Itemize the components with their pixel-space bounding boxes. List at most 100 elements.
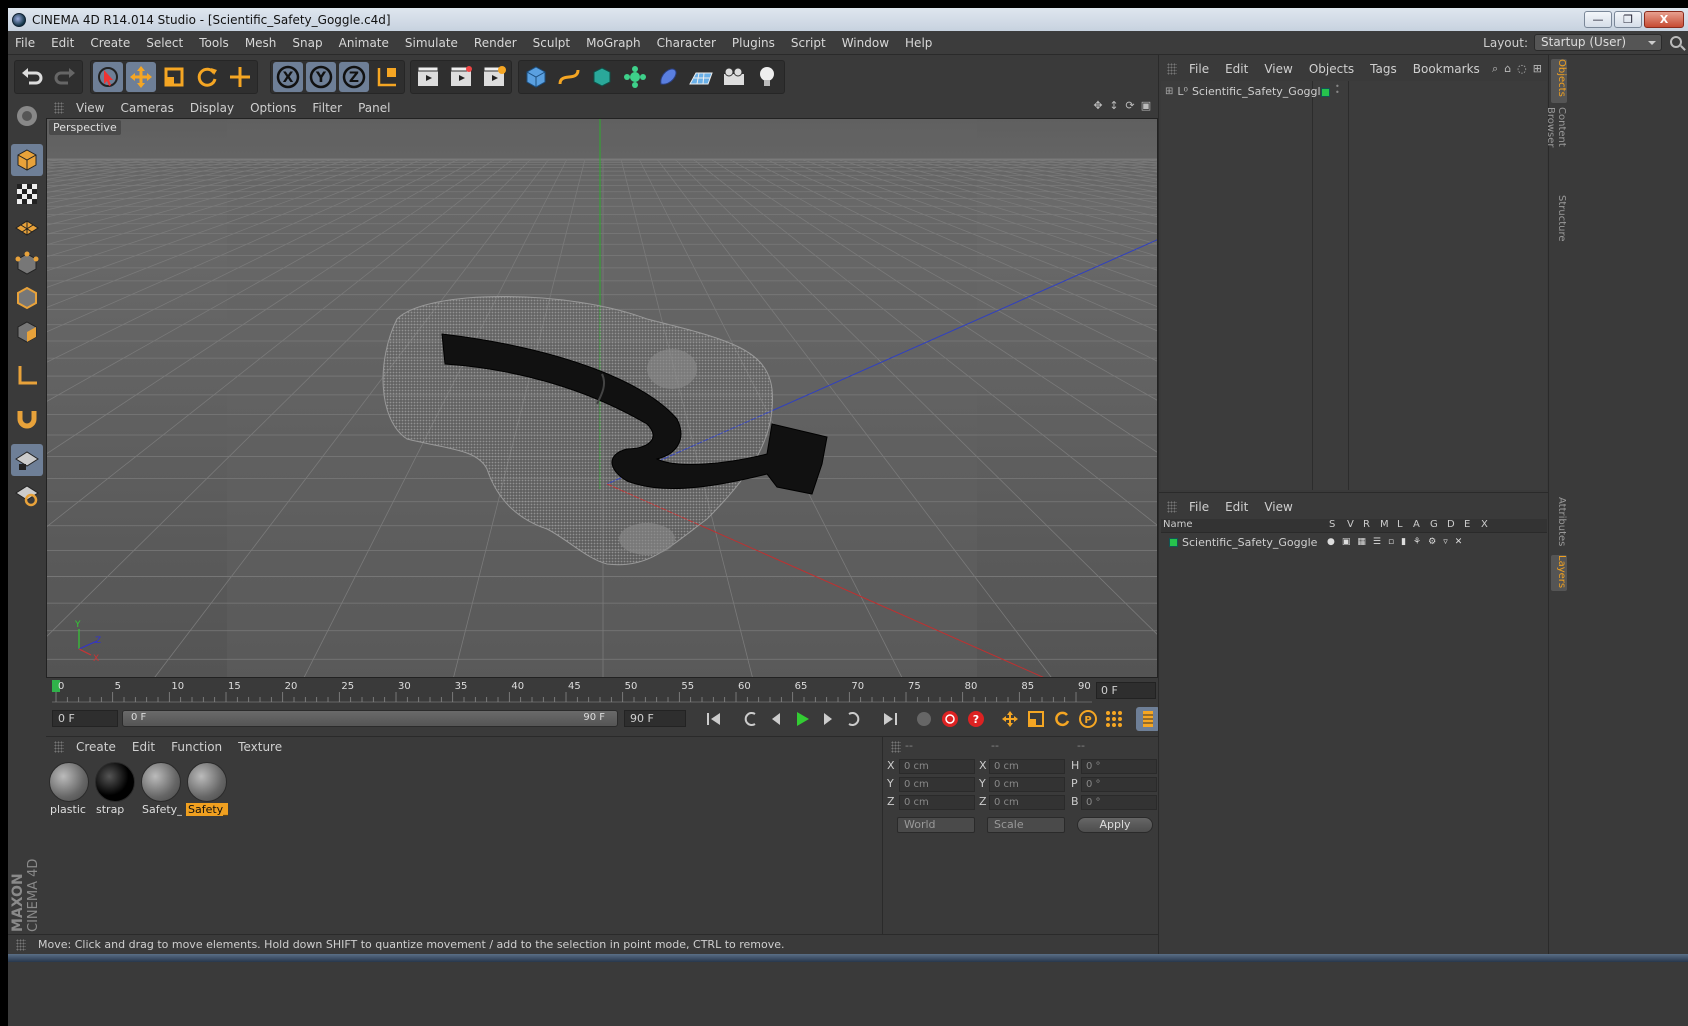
add-object-icon[interactable] bbox=[225, 62, 255, 92]
nurbs-icon[interactable] bbox=[587, 62, 617, 92]
position-x-field[interactable]: 0 cm bbox=[899, 759, 975, 774]
size-x-field[interactable]: 0 cm bbox=[989, 759, 1065, 774]
column-generators[interactable]: G bbox=[1430, 519, 1438, 530]
rotation-b-field[interactable]: 0 ° bbox=[1081, 795, 1157, 810]
grip-handle[interactable] bbox=[16, 938, 26, 951]
menu-select[interactable]: Select bbox=[138, 36, 191, 50]
workplane-lock-icon[interactable] bbox=[11, 444, 43, 476]
snap-workplane-icon[interactable] bbox=[11, 478, 43, 510]
layer-color-icon[interactable] bbox=[1169, 538, 1178, 547]
column-manager[interactable]: M bbox=[1380, 519, 1389, 530]
column-animation[interactable]: A bbox=[1413, 519, 1420, 530]
layer-name[interactable]: Scientific_Safety_Goggle bbox=[1182, 536, 1317, 549]
scale-icon[interactable] bbox=[159, 62, 189, 92]
key-scale-icon[interactable] bbox=[1024, 707, 1048, 731]
menu-window[interactable]: Window bbox=[834, 36, 897, 50]
end-frame-field[interactable]: 90 F bbox=[624, 710, 686, 727]
column-render[interactable]: R bbox=[1363, 519, 1370, 530]
edges-mode-icon[interactable] bbox=[11, 282, 43, 314]
menu-animate[interactable]: Animate bbox=[331, 36, 397, 50]
render-toggle-icon[interactable]: ▦ bbox=[1357, 537, 1366, 547]
menu-mesh[interactable]: Mesh bbox=[237, 36, 285, 50]
dolly-view-icon[interactable]: ↕ bbox=[1108, 100, 1120, 112]
points-mode-icon[interactable] bbox=[11, 248, 43, 280]
menu-render[interactable]: Render bbox=[466, 36, 525, 50]
key-position-icon[interactable] bbox=[998, 707, 1022, 731]
generators-toggle-icon[interactable]: ⚘ bbox=[1413, 537, 1421, 547]
size-z-field[interactable]: 0 cm bbox=[989, 795, 1065, 810]
menu-create[interactable]: Create bbox=[82, 36, 138, 50]
autokey-icon[interactable] bbox=[938, 707, 962, 731]
viewport-menu-display[interactable]: Display bbox=[182, 101, 242, 115]
camera-icon[interactable] bbox=[719, 62, 749, 92]
array-icon[interactable] bbox=[620, 62, 650, 92]
material-plastic[interactable]: plastic bbox=[48, 761, 90, 817]
next-key-icon[interactable] bbox=[842, 707, 866, 731]
live-selection-icon[interactable] bbox=[93, 62, 123, 92]
record-active-icon[interactable] bbox=[912, 707, 936, 731]
object-name[interactable]: Scientific_Safety_Goggle bbox=[1192, 85, 1327, 98]
view-toggle-icon[interactable]: ▣ bbox=[1342, 537, 1351, 547]
tab-content-browser[interactable]: Content Browser bbox=[1545, 107, 1567, 187]
polygons-mode-icon[interactable] bbox=[11, 316, 43, 348]
model-mode-icon[interactable] bbox=[11, 144, 43, 176]
go-to-end-icon[interactable] bbox=[878, 707, 902, 731]
next-frame-icon[interactable] bbox=[816, 707, 840, 731]
new-panel-icon[interactable]: ⊞ bbox=[1533, 62, 1542, 76]
perspective-viewport[interactable]: Y Z X Perspective bbox=[46, 118, 1158, 678]
light-icon[interactable] bbox=[752, 62, 782, 92]
undo-icon[interactable] bbox=[17, 62, 47, 92]
viewport-menu-panel[interactable]: Panel bbox=[350, 101, 398, 115]
tab-layers[interactable]: Layers bbox=[1551, 555, 1567, 591]
x-axis-icon[interactable]: X bbox=[273, 62, 303, 92]
deformers-toggle-icon[interactable]: ⚙ bbox=[1428, 537, 1436, 547]
grip-handle[interactable] bbox=[54, 102, 64, 114]
column-deformers[interactable]: D bbox=[1447, 519, 1455, 530]
search-icon[interactable] bbox=[1670, 36, 1682, 48]
make-editable-icon[interactable] bbox=[11, 100, 43, 132]
transform-mode-dropdown[interactable]: Scale bbox=[987, 817, 1065, 833]
render-picture-viewer-icon[interactable] bbox=[446, 62, 476, 92]
position-y-field[interactable]: 0 cm bbox=[899, 777, 975, 792]
spline-icon[interactable] bbox=[554, 62, 584, 92]
move-icon[interactable] bbox=[126, 62, 156, 92]
tab-structure[interactable]: Structure bbox=[1551, 195, 1567, 245]
rotate-view-icon[interactable]: ⟳ bbox=[1124, 100, 1136, 112]
visibility-dots-icon[interactable]: • • bbox=[1335, 83, 1340, 97]
menu-sculpt[interactable]: Sculpt bbox=[525, 36, 578, 50]
menu-file[interactable]: File bbox=[8, 36, 43, 50]
keyframe-selection-icon[interactable]: ? bbox=[964, 707, 988, 731]
objects-menu-tags[interactable]: Tags bbox=[1362, 62, 1405, 76]
apply-button[interactable]: Apply bbox=[1077, 817, 1153, 833]
column-solo[interactable]: S bbox=[1329, 519, 1335, 530]
column-locked[interactable]: L bbox=[1397, 519, 1403, 530]
texture-mode-icon[interactable] bbox=[11, 178, 43, 210]
viewport-menu-view[interactable]: View bbox=[68, 101, 112, 115]
material-safety-goggle-2[interactable]: Safety_G bbox=[186, 761, 228, 817]
menu-snap[interactable]: Snap bbox=[284, 36, 330, 50]
render-settings-icon[interactable] bbox=[479, 62, 509, 92]
layers-menu-file[interactable]: File bbox=[1181, 500, 1217, 514]
play-icon[interactable] bbox=[790, 707, 814, 731]
grip-handle[interactable] bbox=[1167, 501, 1177, 513]
timeline-ruler[interactable]: 0 5 10 15 20 25 30 35 40 45 50 55 60 65 70 75 80 85 90 0 F bbox=[46, 678, 1158, 704]
y-axis-icon[interactable]: Y bbox=[306, 62, 336, 92]
objects-menu-edit[interactable]: Edit bbox=[1217, 62, 1256, 76]
size-y-field[interactable]: 0 cm bbox=[989, 777, 1065, 792]
column-expressions[interactable]: E bbox=[1464, 519, 1470, 530]
menu-tools[interactable]: Tools bbox=[191, 36, 237, 50]
menu-help[interactable]: Help bbox=[897, 36, 940, 50]
cube-icon[interactable] bbox=[521, 62, 551, 92]
search-icon[interactable]: ⌕ bbox=[1492, 62, 1498, 76]
objects-menu-objects[interactable]: Objects bbox=[1301, 62, 1362, 76]
coordinate-system-icon[interactable] bbox=[372, 62, 402, 92]
rotation-p-field[interactable]: 0 ° bbox=[1081, 777, 1157, 792]
coordinate-mode-dropdown[interactable]: World bbox=[897, 817, 975, 833]
previous-frame-icon[interactable] bbox=[764, 707, 788, 731]
home-icon[interactable]: ⌂ bbox=[1504, 62, 1511, 76]
material-safety-goggle-1[interactable]: Safety_G bbox=[140, 761, 182, 817]
redo-icon[interactable] bbox=[50, 62, 80, 92]
axis-mode-icon[interactable] bbox=[11, 360, 43, 392]
objects-menu-file[interactable]: File bbox=[1181, 62, 1217, 76]
key-parameter-icon[interactable]: P bbox=[1076, 707, 1100, 731]
